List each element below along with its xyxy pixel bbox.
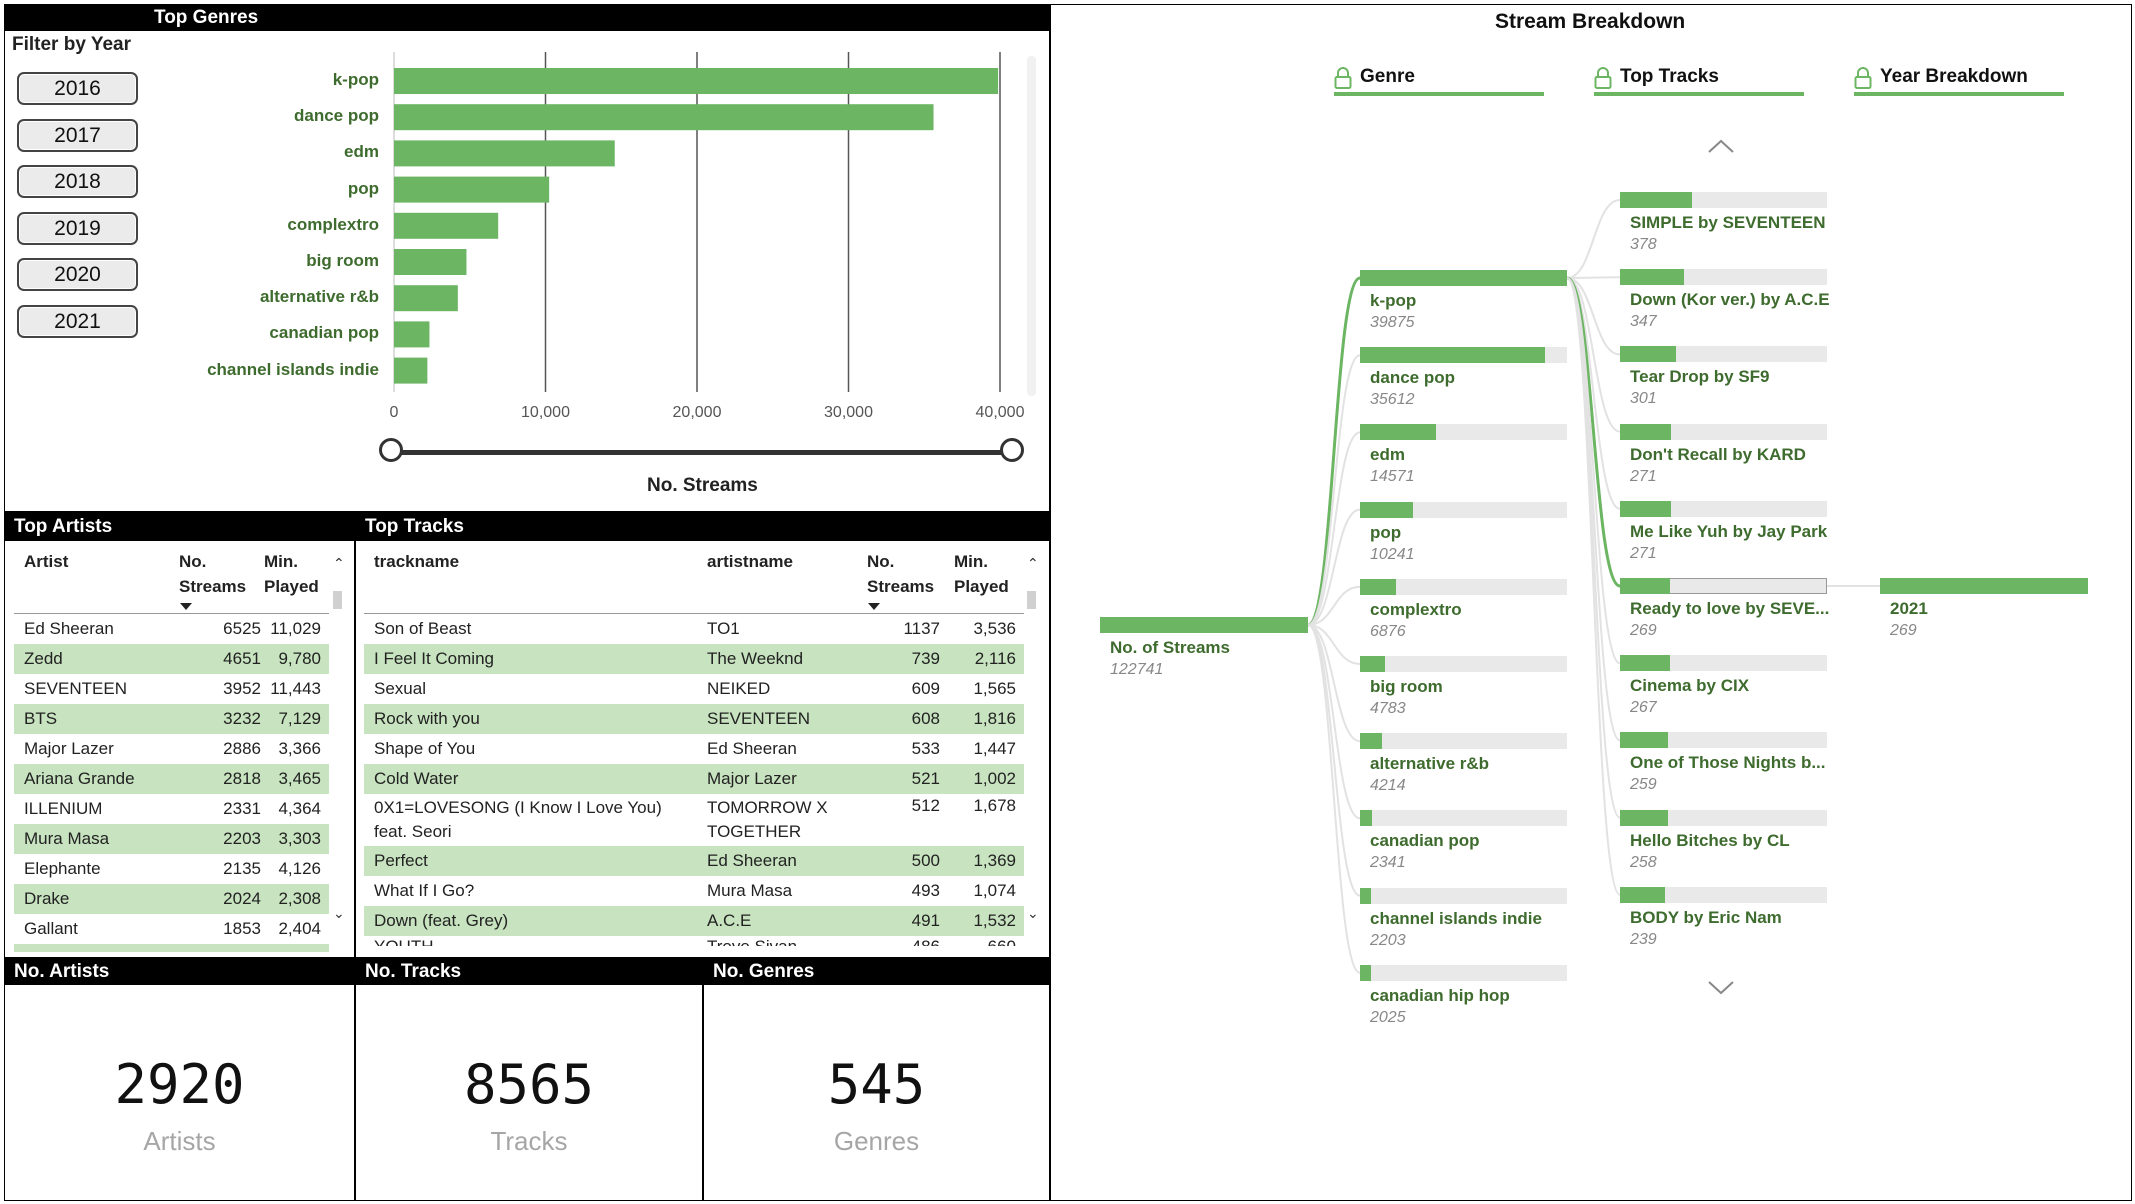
genre-node-value: 4783	[1370, 700, 1406, 717]
tree-link	[1307, 624, 1361, 897]
track-node-label: Me Like Yuh by Jay Park	[1630, 521, 1828, 541]
genre-node-bar[interactable]	[1360, 347, 1545, 364]
track-node-bar[interactable]	[1620, 732, 1669, 749]
track-node-label: BODY by Eric Nam	[1630, 907, 1782, 927]
root-node-label: No. of Streams	[1110, 638, 1230, 657]
genre-node-bar-bg[interactable]	[1360, 887, 1567, 904]
genre-node-bar-bg[interactable]	[1360, 964, 1567, 981]
year-node-bar[interactable]	[1880, 578, 2088, 594]
genre-node-value: 14571	[1370, 468, 1415, 486]
genre-node-bar-bg[interactable]	[1360, 656, 1567, 672]
genre-node-bar[interactable]	[1360, 964, 1371, 981]
track-node-label: Down (Kor ver.) by A.C.E	[1630, 290, 1830, 310]
tree-link	[1566, 199, 1621, 279]
track-node-label: Ready to love by SEVE...	[1630, 599, 1830, 618]
genre-node-label: complextro	[1370, 599, 1462, 619]
tree-link	[1566, 276, 1621, 279]
track-node-label: Don't Recall by KARD	[1630, 444, 1806, 464]
root-node-bar[interactable]	[1100, 617, 1308, 633]
tree-link	[1307, 624, 1361, 974]
genre-node-label: canadian hip hop	[1370, 985, 1510, 1005]
track-node-label: SIMPLE by SEVENTEEN	[1630, 213, 1826, 232]
track-node-value: 239	[1630, 930, 1657, 948]
genre-node-value: 35612	[1370, 391, 1415, 409]
genre-node-label: dance pop	[1370, 368, 1456, 388]
genre-node-label: edm	[1370, 445, 1405, 465]
track-node-bar[interactable]	[1620, 809, 1669, 826]
genre-node-bar-bg[interactable]	[1360, 733, 1567, 750]
track-node-bar[interactable]	[1620, 886, 1665, 903]
genre-node-value: 2025	[1370, 1008, 1406, 1026]
genre-node-label: pop	[1370, 522, 1402, 542]
genre-node-bar[interactable]	[1360, 424, 1436, 441]
genre-node-label: k-pop	[1370, 291, 1417, 310]
tree-link	[1566, 277, 1621, 742]
genre-node-value: 4214	[1370, 777, 1406, 795]
tracks-scroll-up-icon[interactable]	[1707, 138, 1735, 159]
track-node-value: 347	[1630, 313, 1657, 331]
genre-node-value: 2203	[1370, 931, 1406, 949]
genre-node-bar[interactable]	[1360, 810, 1373, 827]
track-node-value: 267	[1630, 699, 1657, 717]
genre-node-bar[interactable]	[1360, 501, 1414, 518]
year-node-value: 269	[1890, 622, 1917, 639]
track-node-value: 269	[1630, 622, 1657, 639]
genre-node-bar[interactable]	[1360, 270, 1567, 286]
genre-node-bar[interactable]	[1360, 887, 1372, 904]
track-node-bar[interactable]	[1620, 192, 1693, 208]
genre-node-bar-bg[interactable]	[1360, 810, 1567, 827]
genre-node-label: channel islands indie	[1370, 908, 1542, 928]
genre-node-value: 39875	[1370, 314, 1415, 331]
track-node-bar[interactable]	[1620, 500, 1671, 517]
track-node-bar[interactable]	[1620, 578, 1671, 594]
genre-node-value: 2341	[1370, 854, 1406, 872]
track-node-label: One of Those Nights b...	[1630, 753, 1826, 773]
genre-node-bar[interactable]	[1360, 656, 1385, 672]
track-node-value: 271	[1630, 467, 1657, 485]
genre-node-value: 6876	[1370, 622, 1406, 640]
year-node-label: 2021	[1890, 599, 1928, 618]
genre-node-bar[interactable]	[1360, 578, 1396, 595]
track-node-bar[interactable]	[1620, 269, 1685, 286]
track-node-label: Cinema by CIX	[1630, 676, 1750, 696]
track-node-value: 259	[1630, 776, 1657, 794]
track-node-value: 271	[1630, 544, 1657, 562]
genre-node-label: canadian pop	[1370, 831, 1480, 851]
track-node-bar[interactable]	[1620, 655, 1670, 672]
track-node-bar[interactable]	[1620, 423, 1671, 440]
track-node-value: 378	[1630, 236, 1657, 253]
tree-link	[1307, 354, 1361, 626]
genre-node-value: 10241	[1370, 545, 1415, 563]
track-node-bar[interactable]	[1620, 346, 1676, 363]
tracks-scroll-down-icon[interactable]	[1707, 980, 1735, 1001]
track-node-label: Hello Bitches by CL	[1630, 830, 1790, 850]
track-node-label: Tear Drop by SF9	[1630, 367, 1770, 387]
genre-node-bar[interactable]	[1360, 733, 1382, 750]
genre-node-label: big room	[1370, 677, 1443, 696]
track-node-value: 258	[1630, 853, 1657, 871]
track-node-value: 301	[1630, 390, 1657, 408]
root-node-value: 122741	[1110, 661, 1164, 678]
tree-link	[1307, 276, 1361, 627]
genre-node-label: alternative r&b	[1370, 754, 1490, 774]
